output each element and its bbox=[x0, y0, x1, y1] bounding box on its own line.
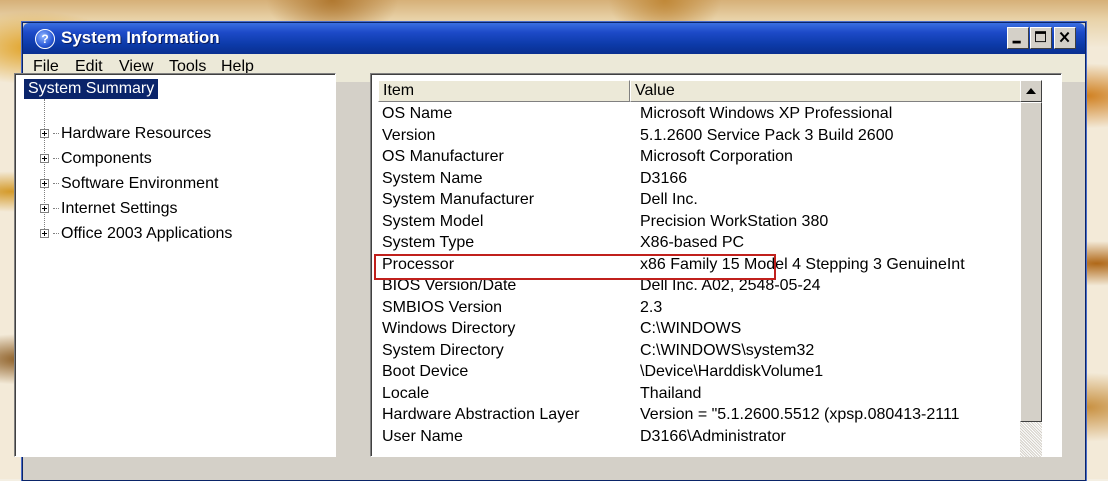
maximize-icon bbox=[1035, 31, 1046, 43]
tree-connector bbox=[53, 133, 59, 135]
row-item: Windows Directory bbox=[382, 320, 516, 337]
maximize-button[interactable] bbox=[1030, 27, 1052, 49]
row-item: OS Manufacturer bbox=[382, 148, 504, 165]
table-row[interactable]: OS Name Microsoft Windows XP Professional bbox=[382, 103, 1022, 125]
minimize-icon bbox=[1012, 40, 1021, 44]
table-row[interactable]: System Model Precision WorkStation 380 bbox=[382, 211, 1022, 233]
row-value: 5.1.2600 Service Pack 3 Build 2600 bbox=[640, 126, 894, 144]
row-value: Microsoft Windows XP Professional bbox=[640, 105, 893, 122]
tree-item-internet-settings[interactable]: Internet Settings bbox=[40, 199, 178, 219]
table-row[interactable]: Locale Thailand bbox=[382, 383, 1022, 405]
row-value: C:\WINDOWS\system32 bbox=[640, 341, 815, 359]
highlight-box-system-type bbox=[374, 254, 776, 280]
table-row[interactable]: System Name D3166 bbox=[382, 168, 1022, 190]
table-row[interactable]: System Directory C:\WINDOWS\system32 bbox=[382, 340, 1022, 362]
row-item: Version bbox=[382, 126, 436, 144]
row-value: Microsoft Corporation bbox=[640, 148, 793, 165]
arrow-up-icon bbox=[1026, 88, 1036, 94]
window-title: System Information bbox=[61, 28, 220, 47]
row-value: Thailand bbox=[640, 384, 702, 402]
row-item: System Directory bbox=[382, 341, 504, 359]
title-bar[interactable]: ? System Information bbox=[23, 23, 1085, 54]
close-button[interactable] bbox=[1054, 27, 1076, 49]
row-item: Boot Device bbox=[382, 363, 469, 380]
table-row[interactable]: Windows Directory C:\WINDOWS bbox=[382, 318, 1022, 340]
row-item: System Type bbox=[382, 234, 475, 251]
tree-item-office-2003-applications[interactable]: Office 2003 Applications bbox=[40, 224, 232, 244]
expand-icon[interactable] bbox=[40, 129, 49, 139]
tree-item-label: Hardware Resources bbox=[61, 125, 212, 142]
expand-icon[interactable] bbox=[40, 204, 49, 214]
tree-item-software-environment[interactable]: Software Environment bbox=[40, 174, 218, 194]
scroll-up-button[interactable] bbox=[1020, 80, 1042, 102]
tree-item-hardware-resources[interactable]: Hardware Resources bbox=[40, 124, 211, 144]
column-header-item[interactable]: Item bbox=[378, 80, 630, 102]
tree-connector bbox=[53, 183, 59, 185]
row-value: \Device\HarddiskVolume1 bbox=[640, 363, 824, 380]
tree-item-label: Internet Settings bbox=[61, 200, 178, 217]
table-row[interactable]: Boot Device \Device\HarddiskVolume1 bbox=[382, 361, 1022, 383]
table-row[interactable]: SMBIOS Version 2.3 bbox=[382, 297, 1022, 319]
row-item: System Model bbox=[382, 212, 484, 230]
table-row[interactable]: OS Manufacturer Microsoft Corporation bbox=[382, 146, 1022, 168]
expand-icon[interactable] bbox=[40, 179, 49, 189]
row-item: System Name bbox=[382, 169, 483, 187]
expand-icon[interactable] bbox=[40, 154, 49, 164]
row-item: System Manufacturer bbox=[382, 191, 535, 208]
tree-item-components[interactable]: Components bbox=[40, 149, 152, 169]
row-value: Dell Inc. bbox=[640, 191, 698, 208]
row-item: Locale bbox=[382, 384, 430, 402]
close-icon bbox=[1059, 31, 1070, 43]
row-value: C:\WINDOWS bbox=[640, 320, 742, 337]
tree-connector bbox=[53, 158, 59, 160]
tree-item-label: Software Environment bbox=[61, 175, 219, 192]
help-question-icon: ? bbox=[35, 29, 55, 49]
column-header-value[interactable]: Value bbox=[630, 80, 1024, 102]
tree-item-system-summary[interactable]: System Summary bbox=[24, 79, 159, 99]
table-row[interactable]: System Manufacturer Dell Inc. bbox=[382, 189, 1022, 211]
row-item: Hardware Abstraction Layer bbox=[382, 406, 580, 423]
tree-item-label: Components bbox=[61, 150, 152, 167]
row-value: X86-based PC bbox=[640, 234, 745, 251]
table-row[interactable]: System Type X86-based PC bbox=[382, 232, 1022, 254]
row-value: Precision WorkStation 380 bbox=[640, 212, 829, 230]
row-value: 2.3 bbox=[640, 298, 663, 316]
row-item: User Name bbox=[382, 427, 463, 445]
tree-connector bbox=[53, 233, 59, 235]
minimize-button[interactable] bbox=[1007, 27, 1029, 49]
tree-connector bbox=[53, 208, 59, 210]
table-row[interactable]: User Name D3166\Administrator bbox=[382, 426, 1022, 448]
row-item: SMBIOS Version bbox=[382, 298, 503, 316]
table-row[interactable]: Version 5.1.2600 Service Pack 3 Build 260… bbox=[382, 125, 1022, 147]
row-value: Version = "5.1.2600.5512 (xpsp.080413-21… bbox=[640, 406, 960, 423]
scroll-track[interactable] bbox=[1020, 422, 1042, 457]
expand-icon[interactable] bbox=[40, 229, 49, 239]
row-value: D3166\Administrator bbox=[640, 427, 786, 445]
table-header: Item Value bbox=[378, 80, 1024, 102]
row-value: D3166 bbox=[640, 169, 688, 187]
scroll-thumb[interactable] bbox=[1020, 102, 1042, 422]
tree-item-label: Office 2003 Applications bbox=[61, 225, 233, 242]
row-item: OS Name bbox=[382, 105, 453, 122]
table-row[interactable]: Hardware Abstraction Layer Version = "5.1… bbox=[382, 404, 1022, 426]
